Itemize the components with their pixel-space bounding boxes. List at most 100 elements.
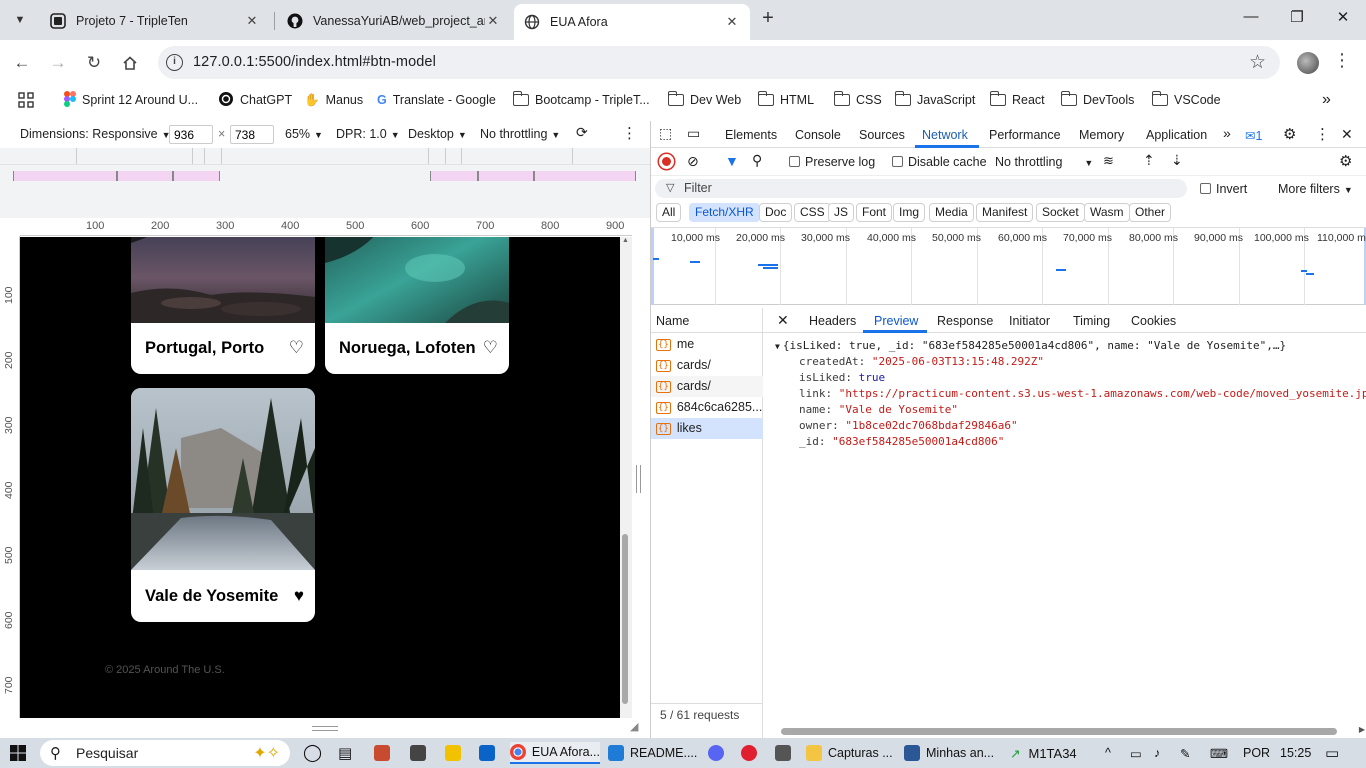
- viewport-resize-handle-bottom[interactable]: [312, 726, 338, 731]
- rotate-icon[interactable]: ⟳: [576, 124, 588, 141]
- type-filter-all[interactable]: All: [656, 203, 682, 222]
- more-bookmarks-chevron-icon[interactable]: »: [1322, 91, 1331, 109]
- taskbar-app-word[interactable]: Minhas an...: [904, 742, 999, 764]
- tab-application[interactable]: Application: [1146, 128, 1207, 142]
- scroll-right-arrow-icon[interactable]: ▶: [1359, 725, 1365, 734]
- bookmark-devweb[interactable]: Dev Web: [667, 91, 741, 109]
- card-photo-yosemite[interactable]: [131, 388, 315, 570]
- address-bar[interactable]: i 127.0.0.1:5500/index.html#btn-model ☆: [158, 46, 1280, 79]
- url-text[interactable]: 127.0.0.1:5500/index.html#btn-model: [193, 54, 436, 70]
- viewport-resize-handle-right[interactable]: [636, 465, 641, 493]
- settings-gear-icon[interactable]: ⚙: [1283, 125, 1296, 143]
- close-detail-icon[interactable]: ✕: [777, 312, 789, 329]
- filter-input[interactable]: ▽ Filter: [655, 179, 1187, 198]
- app-icon-calculator[interactable]: [775, 742, 797, 764]
- bookmark-sprint12[interactable]: Sprint 12 Around U...: [64, 90, 198, 109]
- type-filter-js[interactable]: JS: [828, 203, 855, 222]
- import-har-icon[interactable]: ⇡: [1143, 152, 1155, 169]
- clear-icon[interactable]: ⊘: [687, 153, 699, 170]
- bookmark-css[interactable]: CSS: [833, 91, 882, 109]
- width-input[interactable]: [169, 125, 213, 144]
- type-filter-manifest[interactable]: Manifest: [976, 203, 1034, 222]
- network-conditions-wifi-icon[interactable]: ≋: [1103, 153, 1114, 169]
- network-throttling-select[interactable]: No throttling ▼: [995, 155, 1093, 169]
- bookmark-javascript[interactable]: JavaScript: [894, 91, 975, 109]
- app-icon-media[interactable]: [741, 742, 763, 764]
- bookmark-chatgpt[interactable]: ChatGPT: [218, 91, 292, 109]
- app-icon-outlook[interactable]: [479, 742, 501, 764]
- tab-sources[interactable]: Sources: [859, 128, 905, 142]
- tab-network[interactable]: Network: [922, 128, 968, 142]
- viewport-scrollbar[interactable]: ▲: [620, 237, 632, 718]
- detail-tab-preview[interactable]: Preview: [874, 314, 918, 328]
- media-query-segment[interactable]: [173, 171, 220, 181]
- network-settings-gear-icon[interactable]: ⚙: [1339, 152, 1352, 170]
- widgets-icon[interactable]: ▤: [338, 742, 352, 764]
- app-icon-palette[interactable]: [374, 742, 396, 764]
- card-photo-portugal[interactable]: [131, 237, 315, 323]
- site-info-icon[interactable]: i: [166, 54, 183, 71]
- more-tabs-chevron-icon[interactable]: »: [1223, 125, 1231, 141]
- bookmark-manus[interactable]: ✋ Manus: [304, 91, 363, 109]
- scrollbar-thumb[interactable]: [781, 728, 1337, 735]
- back-arrow-icon[interactable]: ←: [10, 51, 34, 75]
- app-icon-discord[interactable]: [708, 742, 730, 764]
- search-icon[interactable]: ⚲: [752, 152, 762, 169]
- pen-icon[interactable]: ✎: [1180, 742, 1190, 764]
- restore-icon[interactable]: ❐: [1286, 8, 1308, 30]
- bookmark-vscode[interactable]: VSCode: [1151, 91, 1221, 109]
- resize-corner-icon[interactable]: ◢: [630, 720, 638, 733]
- taskbar-search[interactable]: ⚲ Pesquisar ✦✧: [40, 740, 290, 766]
- new-tab-plus-icon[interactable]: +: [757, 8, 779, 30]
- type-filter-doc[interactable]: Doc: [759, 203, 793, 222]
- type-filter-media[interactable]: Media: [929, 203, 974, 222]
- clock[interactable]: 15:25: [1280, 742, 1311, 764]
- stock-widget[interactable]: ↗ M1TA34: [1010, 742, 1077, 764]
- type-filter-img[interactable]: Img: [893, 203, 926, 222]
- type-filter-socket[interactable]: Socket: [1036, 203, 1085, 222]
- reload-icon[interactable]: ↻: [82, 51, 106, 75]
- devtools-close-icon[interactable]: ✕: [1341, 126, 1353, 143]
- type-filter-font[interactable]: Font: [856, 203, 893, 222]
- tab-memory[interactable]: Memory: [1079, 128, 1124, 142]
- taskbar-app-vscode[interactable]: README....: [608, 742, 698, 764]
- bookmark-devtools[interactable]: DevTools: [1060, 91, 1134, 109]
- issues-badge[interactable]: ✉1: [1245, 128, 1262, 143]
- invert-checkbox[interactable]: Invert: [1200, 182, 1247, 196]
- devtools-menu-icon[interactable]: ⋮: [1315, 125, 1330, 143]
- dpr-select[interactable]: DPR: 1.0 ▼: [336, 127, 400, 141]
- scroll-up-arrow-icon[interactable]: ▲: [622, 237, 629, 244]
- taskbar-app-explorer[interactable]: Capturas ...: [806, 742, 896, 764]
- card-photo-noruega[interactable]: [325, 237, 509, 323]
- bookmark-react[interactable]: React: [989, 91, 1045, 109]
- tab-github[interactable]: VanessaYuriAB/web_project_arc ✕: [277, 6, 511, 36]
- detail-tab-headers[interactable]: Headers: [809, 314, 856, 328]
- checkbox[interactable]: [789, 156, 800, 167]
- tab-performance[interactable]: Performance: [989, 128, 1061, 142]
- language-indicator[interactable]: POR: [1243, 742, 1270, 764]
- task-view-icon[interactable]: ◯: [303, 742, 322, 764]
- media-query-segment[interactable]: [534, 171, 636, 181]
- tab-elements[interactable]: Elements: [725, 128, 777, 142]
- heart-filled-icon[interactable]: ♥: [294, 586, 304, 606]
- type-filter-other[interactable]: Other: [1129, 203, 1172, 222]
- throttling-select[interactable]: No throttling ▼: [480, 127, 560, 141]
- detail-tab-initiator[interactable]: Initiator: [1009, 314, 1050, 328]
- volume-icon[interactable]: ♪: [1154, 742, 1160, 764]
- checkbox[interactable]: [892, 156, 903, 167]
- detail-tab-timing[interactable]: Timing: [1073, 314, 1110, 328]
- scrollbar-thumb[interactable]: [622, 534, 628, 704]
- height-input[interactable]: [230, 125, 274, 144]
- request-row[interactable]: {} cards/: [651, 355, 763, 376]
- network-timeline-overview[interactable]: 10,000 ms 20,000 ms 30,000 ms 40,000 ms …: [651, 227, 1366, 305]
- device-toggle-icon[interactable]: ▭: [687, 125, 700, 142]
- bookmark-bootcamp[interactable]: Bootcamp - TripleT...: [512, 91, 650, 109]
- request-list-header[interactable]: Name: [651, 308, 763, 333]
- minimize-icon[interactable]: —: [1240, 8, 1262, 30]
- export-har-icon[interactable]: ⇣: [1171, 152, 1183, 169]
- expand-triangle-icon[interactable]: ▼: [775, 342, 780, 351]
- tab-search-chevron-icon[interactable]: ▼: [8, 8, 32, 32]
- media-query-segment[interactable]: [13, 171, 117, 181]
- heart-outline-icon[interactable]: ♡: [483, 338, 498, 358]
- tab-projeto7[interactable]: Projeto 7 - TripleTen ✕: [40, 6, 270, 36]
